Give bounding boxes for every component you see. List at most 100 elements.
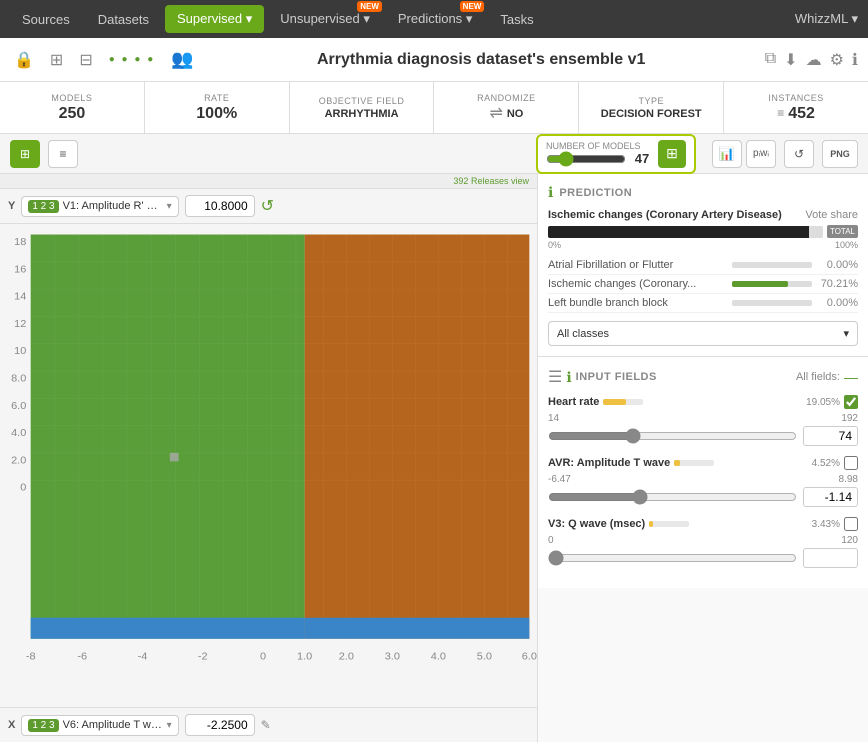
svg-text:2.0: 2.0 — [339, 651, 354, 663]
y-axis-field-button[interactable]: 1 2 3 V1: Amplitude R' w... ▾ — [21, 196, 178, 217]
all-classes-chevron-icon: ▾ — [843, 327, 849, 340]
svg-text:12: 12 — [14, 318, 26, 330]
nav-whizzml[interactable]: WhizzML ▾ — [795, 11, 858, 27]
nav-tasks[interactable]: Tasks — [488, 6, 545, 33]
stat-instances: INSTANCES ≡ 452 — [724, 82, 868, 133]
x-axis-value-input[interactable] — [185, 714, 255, 736]
field-importance-bar — [603, 399, 643, 405]
field-name: Heart rate — [548, 396, 599, 408]
prediction-bar-row: TOTAL — [548, 225, 858, 238]
stat-rate-value: 100% — [196, 105, 237, 123]
list-view-button[interactable]: ≡ — [48, 140, 78, 168]
dots-icon[interactable]: ● ● ● ● — [105, 50, 160, 69]
prediction-bar-labels: 0% 100% — [548, 240, 858, 250]
num-models-icon[interactable]: ⊞ — [658, 140, 686, 168]
copy-icon[interactable]: ⧉ — [765, 50, 776, 70]
grid-view-button[interactable]: ⊞ — [10, 140, 40, 168]
num-models-slider[interactable] — [546, 151, 626, 167]
stat-models-value: 250 — [59, 105, 86, 123]
y-axis-refresh-icon[interactable]: ↺ — [261, 196, 274, 216]
field-slider-row — [548, 487, 858, 507]
prediction-class-row: Atrial Fibrillation or Flutter 0.00% — [548, 256, 858, 275]
prediction-title: PREDICTION — [559, 187, 632, 199]
svg-text:0: 0 — [260, 651, 266, 663]
pw-icon: pᵢwᵢ — [753, 148, 769, 159]
field-max: 120 — [841, 535, 858, 546]
bar-end-label: 100% — [835, 240, 858, 250]
field-header: V3: Q wave (msec) 3.43% — [548, 517, 858, 531]
num-models-label: NUMBER OF MODELS — [546, 141, 652, 151]
field-header: AVR: Amplitude T wave 4.52% — [548, 456, 858, 470]
field-name: AVR: Amplitude T wave — [548, 457, 670, 469]
input-fields-section: ☰ ℹ INPUT FIELDS All fields: — Heart rat… — [538, 357, 868, 588]
svg-text:16: 16 — [14, 263, 26, 275]
svg-text:4.0: 4.0 — [431, 651, 446, 663]
bar-chart-button[interactable]: 📊 — [712, 140, 742, 168]
prediction-section: ℹ PREDICTION Ischemic changes (Coronary … — [538, 174, 868, 357]
field-slider[interactable] — [548, 489, 797, 505]
settings-icon[interactable]: ⚙ — [830, 50, 844, 70]
download-icon[interactable]: ⬇ — [784, 50, 797, 70]
prediction-top-class: Ischemic changes (Coronary Artery Diseas… — [548, 209, 782, 221]
field-slider[interactable] — [548, 550, 797, 566]
nav-datasets[interactable]: Datasets — [86, 6, 161, 33]
stat-type-label: TYPE — [638, 96, 664, 106]
field-value-input[interactable] — [803, 487, 858, 507]
stats-bar: MODELS 250 RATE 100% OBJECTIVE FIELD ARR… — [0, 82, 868, 134]
field-max: 192 — [841, 413, 858, 424]
svg-text:4.0: 4.0 — [11, 427, 26, 439]
field-range: 14 192 — [548, 413, 858, 424]
num-models-value: 47 — [632, 151, 652, 166]
svg-text:1.0: 1.0 — [297, 651, 312, 663]
blocks-icon[interactable]: ⊟ — [75, 46, 96, 74]
stat-instances-value: 452 — [788, 105, 815, 123]
input-field-list: Heart rate 19.05% 14 192 AVR: Amplitude … — [548, 395, 858, 568]
nav-unsupervised[interactable]: NEW Unsupervised ▾ — [268, 5, 382, 33]
lock-icon[interactable]: 🔒 — [10, 46, 38, 74]
if-left: ☰ ℹ INPUT FIELDS — [548, 367, 657, 387]
field-importance-fill — [674, 460, 679, 466]
field-checkbox[interactable] — [844, 517, 858, 531]
prediction-class-bar — [732, 281, 812, 287]
nav-sources[interactable]: Sources — [10, 6, 82, 33]
all-classes-dropdown[interactable]: All classes ▾ — [548, 321, 858, 346]
stat-objective-label: OBJECTIVE FIELD — [319, 96, 405, 106]
chart-svg: 18 16 14 12 10 8.0 6.0 4.0 2.0 0 — [0, 224, 537, 707]
predictions-new-badge: NEW — [460, 1, 485, 12]
stat-instances-label: INSTANCES — [768, 93, 823, 103]
collapse-button[interactable]: — — [844, 369, 858, 385]
input-field-row: V3: Q wave (msec) 3.43% 0 120 — [548, 517, 858, 568]
releases-link[interactable]: 392 Releases view — [0, 174, 537, 189]
y-field-name: V1: Amplitude R' w... — [63, 200, 163, 212]
pw-chart-button[interactable]: pᵢwᵢ — [746, 140, 776, 168]
x-field-badge: 1 2 3 — [28, 719, 58, 732]
randomize-icon: ⇌ — [489, 103, 502, 123]
x-axis-label: X — [8, 719, 15, 731]
y-axis-selector: Y 1 2 3 V1: Amplitude R' w... ▾ ↺ — [0, 189, 537, 224]
input-field-row: Heart rate 19.05% 14 192 — [548, 395, 858, 446]
field-slider[interactable] — [548, 428, 797, 444]
chart-type-buttons: 📊 pᵢwᵢ — [712, 140, 776, 168]
stat-randomize-label: RANDOMIZE — [477, 93, 536, 103]
field-value-input[interactable] — [803, 426, 858, 446]
nav-supervised[interactable]: Supervised ▾ — [165, 5, 264, 33]
field-checkbox[interactable] — [844, 456, 858, 470]
total-button[interactable]: TOTAL — [827, 225, 858, 238]
prediction-class-bar — [732, 262, 812, 268]
y-axis-value-input[interactable] — [185, 195, 255, 217]
field-value-input[interactable] — [803, 548, 858, 568]
tree-icon[interactable]: ⊞ — [46, 46, 67, 74]
info-icon[interactable]: ℹ — [852, 50, 858, 70]
field-importance-fill — [603, 399, 626, 405]
field-checkbox[interactable] — [844, 395, 858, 409]
png-export-button[interactable]: PNG — [822, 140, 858, 168]
refresh-button[interactable]: ↺ — [784, 140, 814, 168]
cloud-icon[interactable]: ☁ — [806, 50, 822, 70]
x-axis-edit-icon[interactable]: ✎ — [261, 718, 271, 732]
stat-objective-value: ARRHYTHMIA — [325, 108, 399, 120]
x-axis-field-button[interactable]: 1 2 3 V6: Amplitude T wa... ▾ — [21, 715, 178, 736]
share-icon[interactable]: 👥 — [167, 45, 197, 74]
prediction-class-bar — [732, 300, 812, 306]
nav-predictions[interactable]: NEW Predictions ▾ — [386, 5, 484, 33]
stat-randomize: RANDOMIZE ⇌ NO — [434, 82, 579, 133]
